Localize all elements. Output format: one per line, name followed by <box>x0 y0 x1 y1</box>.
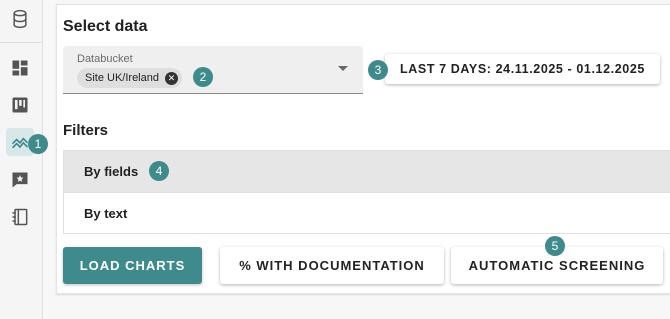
kanban-icon[interactable] <box>6 91 34 119</box>
databucket-label: Databucket <box>77 53 133 65</box>
database-icon[interactable] <box>6 5 34 33</box>
dashboard-icon[interactable] <box>6 54 34 82</box>
chip-label: Site UK/Ireland <box>85 72 159 84</box>
sidebar-divider <box>0 42 42 43</box>
sidebar <box>0 0 43 319</box>
databucket-chip: Site UK/Ireland ✕ <box>77 68 182 88</box>
annotation-badge-4: 4 <box>149 161 169 181</box>
date-range-button[interactable]: LAST 7 DAYS: 24.11.2025 - 01.12.2025 <box>385 54 660 84</box>
annotation-badge-3: 3 <box>368 60 388 80</box>
notebook-icon[interactable] <box>6 203 34 231</box>
filters-title: Filters <box>63 122 109 139</box>
annotation-badge-5: 5 <box>545 236 565 256</box>
annotation-badge-1: 1 <box>28 134 48 154</box>
filter-by-text[interactable]: By text <box>64 192 670 233</box>
annotation-badge-2: 2 <box>193 67 213 87</box>
load-charts-button[interactable]: LOAD CHARTS <box>63 247 202 284</box>
with-documentation-button[interactable]: % WITH DOCUMENTATION <box>220 247 444 284</box>
close-icon[interactable]: ✕ <box>164 71 178 85</box>
databucket-select[interactable]: Databucket Site UK/Ireland ✕ <box>63 46 363 94</box>
feedback-icon[interactable] <box>6 166 34 194</box>
chevron-down-icon[interactable] <box>338 66 348 71</box>
select-data-title: Select data <box>63 18 148 35</box>
